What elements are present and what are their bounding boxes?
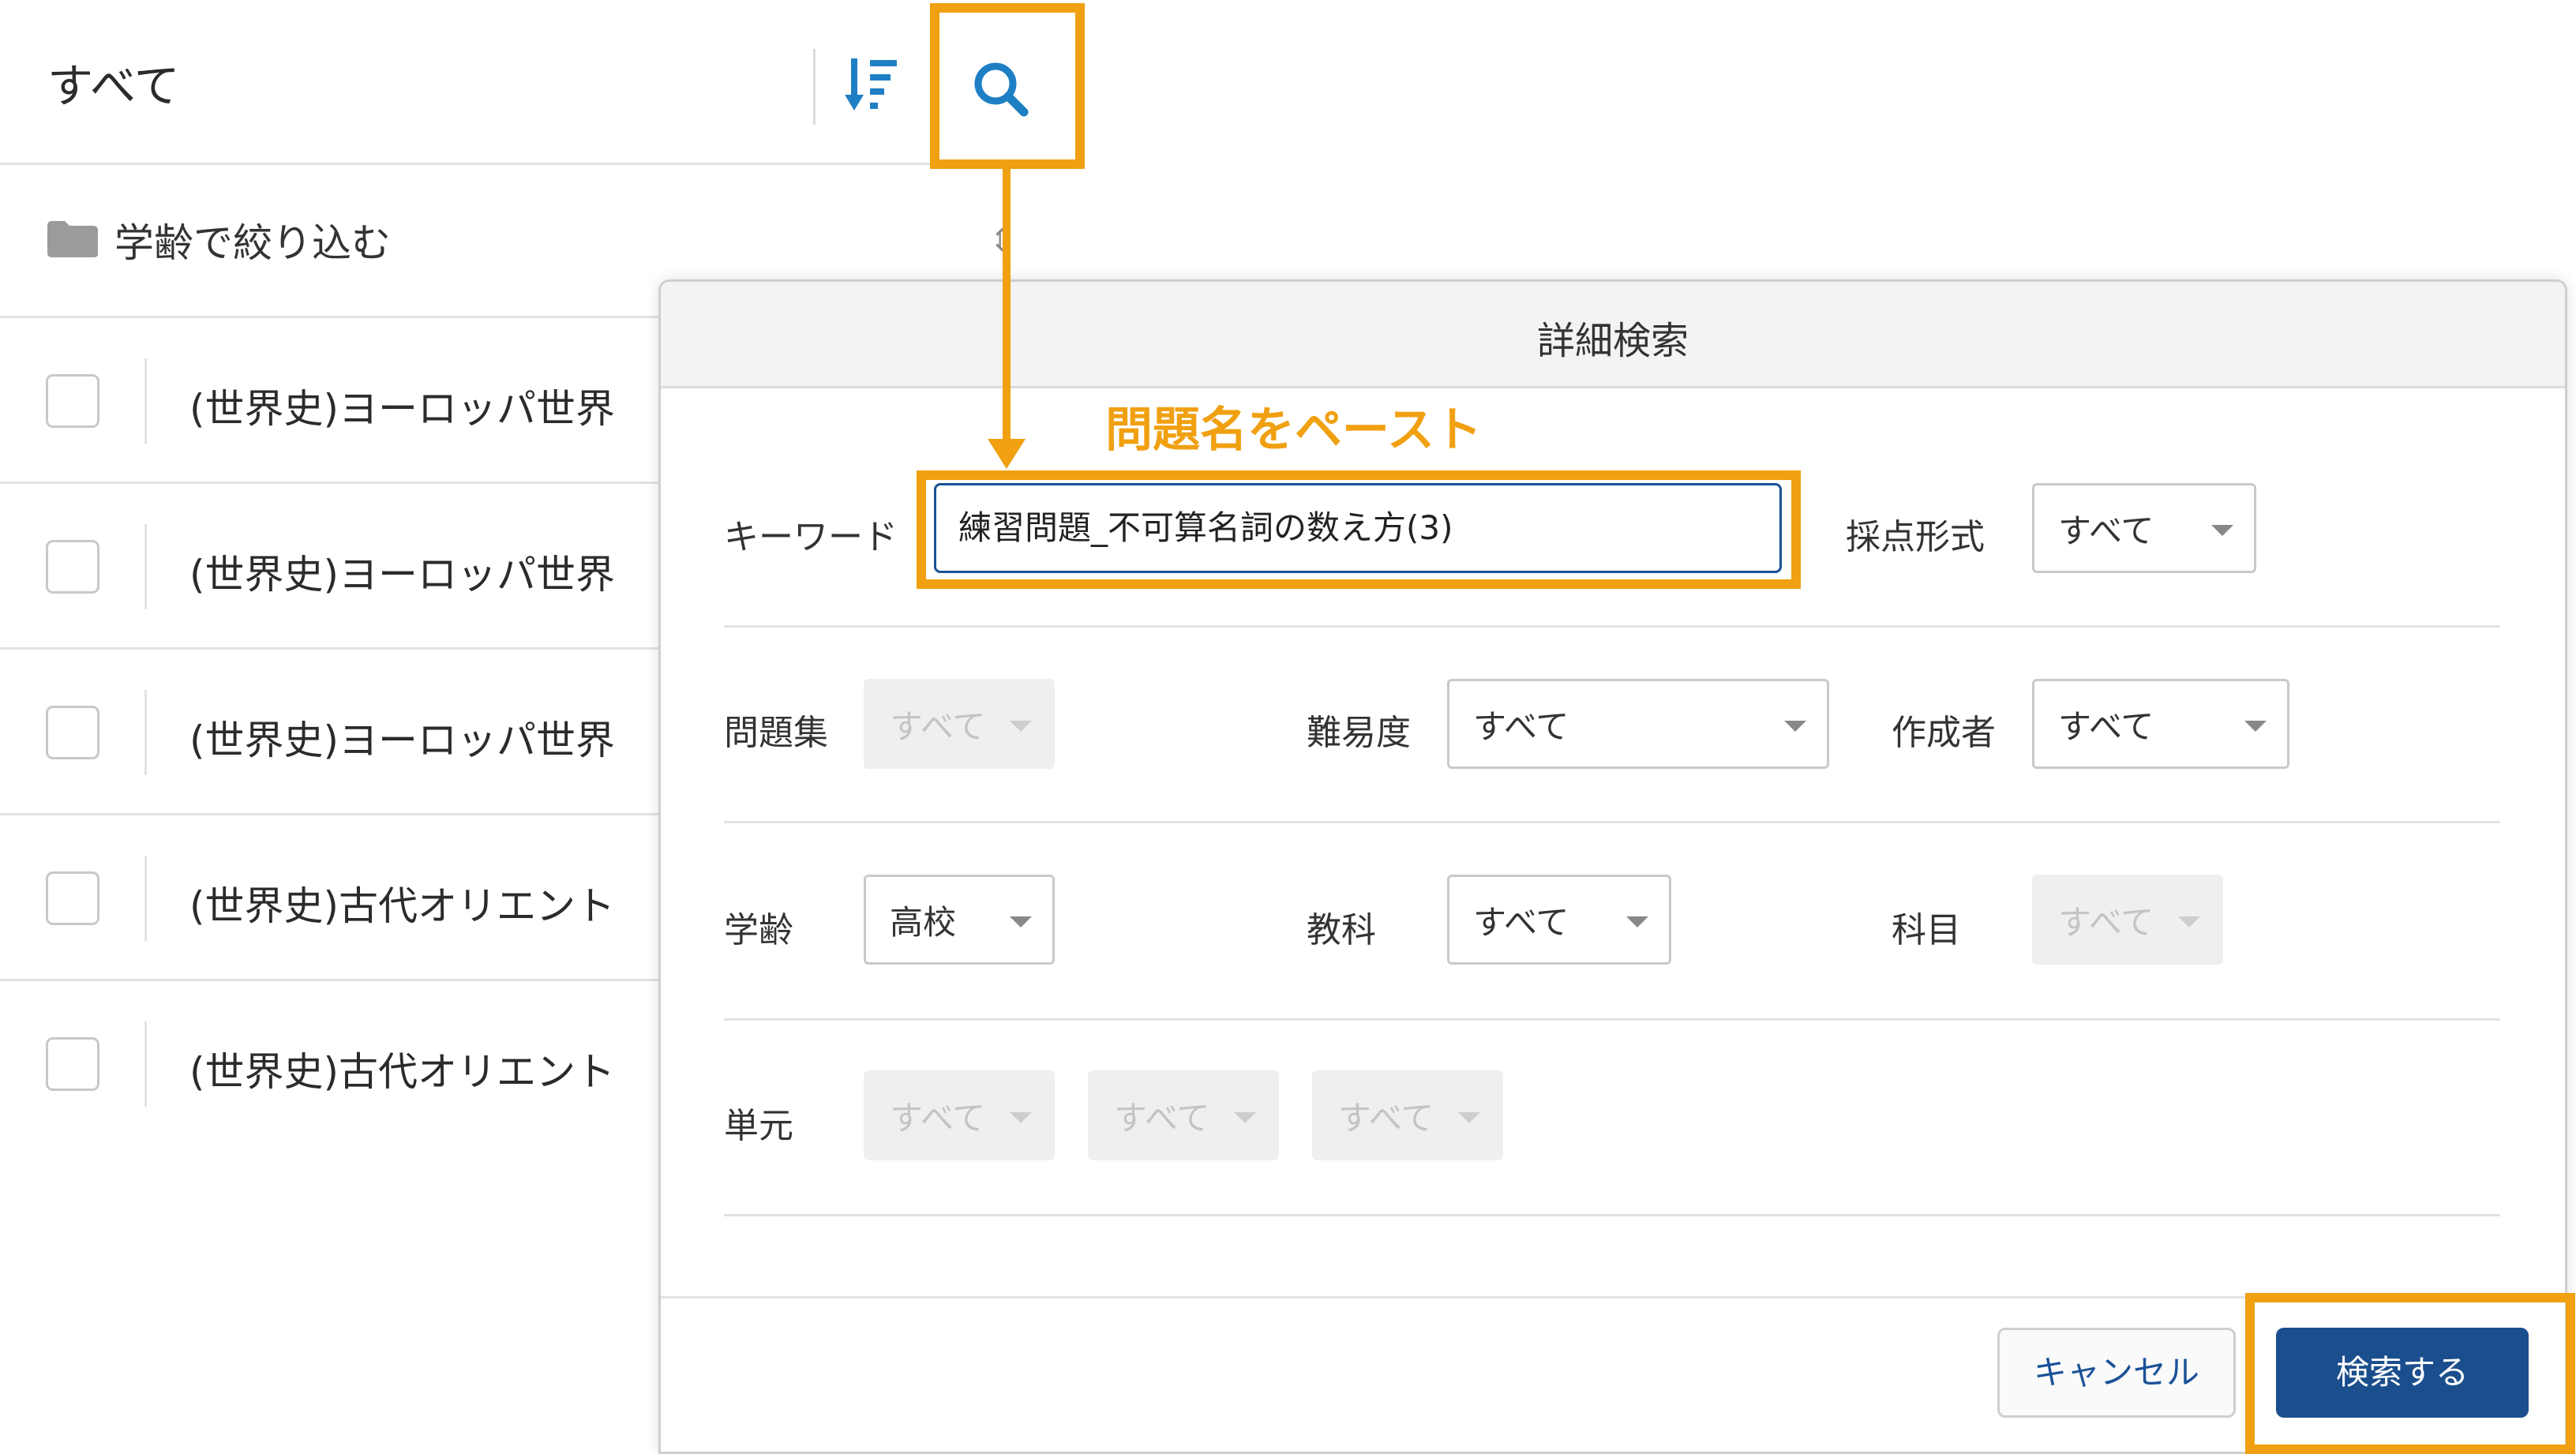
grading-label: 採点形式 xyxy=(1846,517,1985,557)
row-divider xyxy=(144,856,147,941)
row-checkbox[interactable] xyxy=(46,540,99,594)
row-checkbox[interactable] xyxy=(46,871,99,925)
caret-down-icon xyxy=(1010,1112,1032,1123)
caret-down-icon xyxy=(2244,721,2267,732)
unit-select-1: すべて xyxy=(864,1070,1055,1160)
unit-value-2: すべて xyxy=(1114,1099,1210,1137)
course-label: 科目 xyxy=(1892,910,1961,950)
grading-value: すべて xyxy=(2058,512,2154,550)
row-divider xyxy=(144,1021,147,1107)
course-value: すべて xyxy=(2058,903,2154,942)
list-item[interactable]: (世界史)古代オリエント xyxy=(189,1040,663,1097)
form-divider xyxy=(724,1018,2500,1021)
author-select[interactable]: すべて xyxy=(2032,679,2289,769)
caret-down-icon xyxy=(1784,721,1806,732)
row-checkbox[interactable] xyxy=(46,374,99,428)
page-title: すべて xyxy=(47,59,180,113)
arrow-head-icon xyxy=(988,439,1026,469)
header-bottom-border xyxy=(0,163,936,165)
subject-value: すべて xyxy=(1473,903,1569,942)
difficulty-select[interactable]: すべて xyxy=(1447,679,1829,769)
form-divider xyxy=(724,1214,2500,1216)
difficulty-label: 難易度 xyxy=(1307,713,1411,753)
question-set-label: 問題集 xyxy=(724,713,828,753)
modal-title: 詳細検索 xyxy=(1536,319,1689,363)
subject-select[interactable]: すべて xyxy=(1447,875,1671,965)
caret-down-icon xyxy=(1626,916,1648,927)
row-divider xyxy=(144,358,147,444)
unit-select-2: すべて xyxy=(1088,1070,1279,1160)
grade-select[interactable]: 高校 xyxy=(864,875,1055,965)
subject-label: 教科 xyxy=(1307,910,1376,950)
question-set-value: すべて xyxy=(890,707,986,746)
sort-descending-icon[interactable] xyxy=(843,54,906,117)
grade-value: 高校 xyxy=(890,903,957,942)
grade-filter-label[interactable]: 学齢で絞り込む xyxy=(114,212,391,268)
form-divider xyxy=(724,821,2500,823)
caret-down-icon xyxy=(2211,525,2233,536)
folder-icon xyxy=(46,219,99,259)
caret-down-icon xyxy=(2178,916,2200,927)
form-divider xyxy=(724,625,2500,628)
cancel-button[interactable]: キャンセル xyxy=(1997,1328,2236,1418)
list-item[interactable]: (世界史)ヨーロッパ世界 xyxy=(189,543,663,600)
highlight-box-submit xyxy=(2245,1293,2575,1454)
difficulty-value: すべて xyxy=(1473,707,1569,746)
row-checkbox[interactable] xyxy=(46,706,99,759)
caret-down-icon xyxy=(1458,1112,1480,1123)
grade-label: 学齢 xyxy=(724,910,793,950)
row-divider xyxy=(144,524,147,609)
highlight-box-keyword xyxy=(917,470,1801,589)
annotation-arrow xyxy=(1003,169,1011,442)
row-checkbox[interactable] xyxy=(46,1037,99,1091)
list-item[interactable]: (世界史)ヨーロッパ世界 xyxy=(189,709,663,766)
highlight-box-search xyxy=(930,3,1085,169)
header-divider xyxy=(813,49,816,125)
annotation-text: 問題名をペースト xyxy=(1105,403,1482,458)
unit-value-3: すべて xyxy=(1338,1099,1434,1137)
author-label: 作成者 xyxy=(1892,713,1996,753)
course-select: すべて xyxy=(2032,875,2223,965)
caret-down-icon xyxy=(1010,721,1032,732)
row-divider xyxy=(144,690,147,775)
unit-select-3: すべて xyxy=(1312,1070,1503,1160)
caret-down-icon xyxy=(1234,1112,1256,1123)
unit-label: 単元 xyxy=(724,1106,793,1146)
question-set-select: すべて xyxy=(864,679,1055,769)
keyword-label: キーワード xyxy=(724,517,898,557)
list-item[interactable]: (世界史)古代オリエント xyxy=(189,875,663,931)
grading-select[interactable]: すべて xyxy=(2032,483,2256,573)
caret-down-icon xyxy=(1010,916,1032,927)
unit-value-1: すべて xyxy=(890,1099,986,1137)
author-value: すべて xyxy=(2058,707,2154,746)
advanced-search-modal xyxy=(658,279,2567,1454)
list-item[interactable]: (世界史)ヨーロッパ世界 xyxy=(189,377,663,434)
